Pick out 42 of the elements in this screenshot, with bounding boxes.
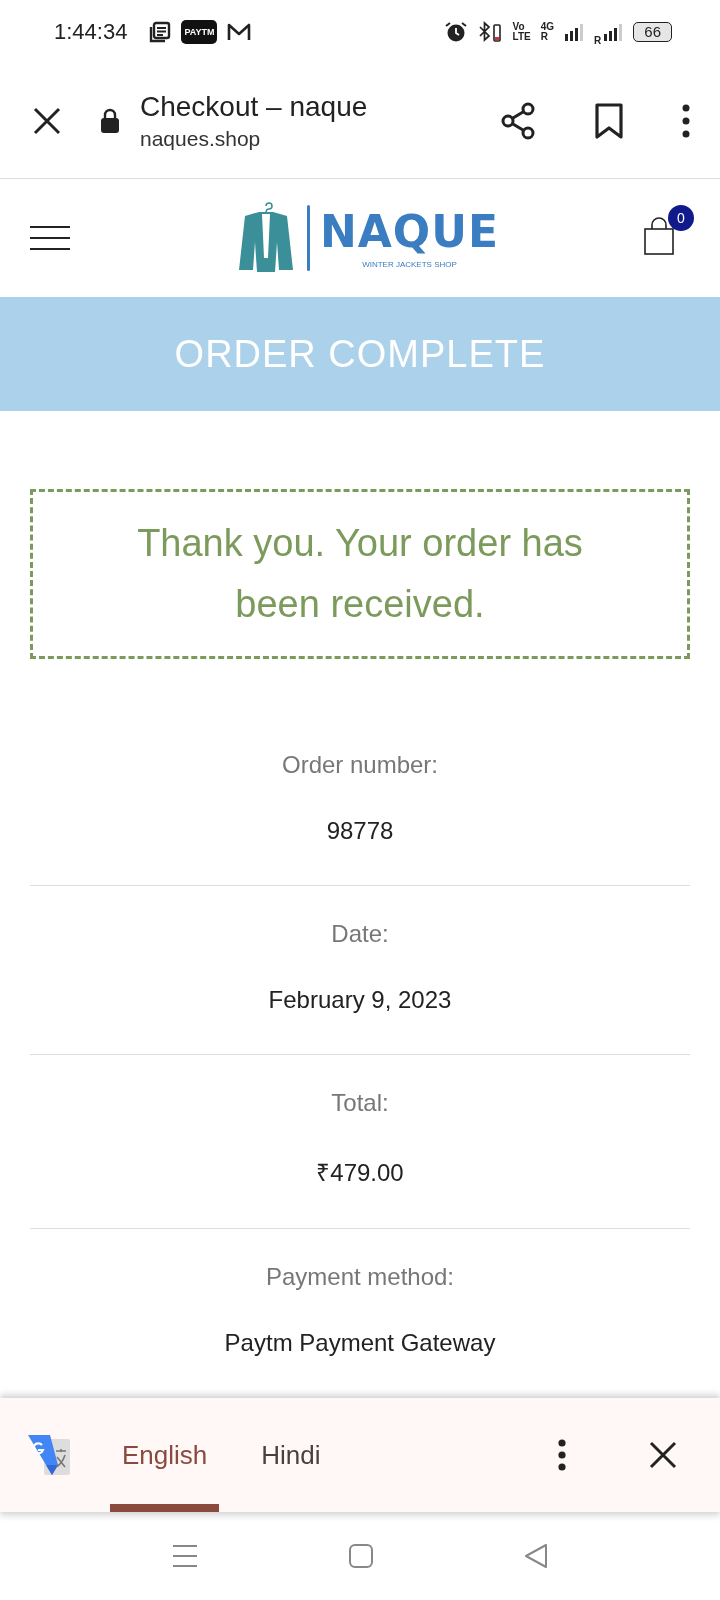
- detail-label: Total:: [331, 1089, 389, 1117]
- detail-value: February 9, 2023: [268, 986, 452, 1014]
- banner-title: ORDER COMPLETE: [174, 332, 546, 376]
- roaming-label: R: [540, 32, 549, 42]
- status-time: 1:44:34: [54, 19, 128, 45]
- lock-icon: [100, 108, 120, 134]
- detail-label: Payment method:: [265, 1263, 455, 1291]
- back-icon[interactable]: [524, 1543, 548, 1569]
- signal-icon: [564, 22, 585, 42]
- language-tab[interactable]: Hindi: [249, 1398, 333, 1512]
- bookmark-icon[interactable]: [594, 103, 624, 139]
- lte-label: LTE: [512, 32, 531, 42]
- mail-icon: [227, 22, 252, 42]
- signal-icon: [603, 22, 624, 42]
- page-url[interactable]: naques.shop: [140, 127, 478, 151]
- menu-icon[interactable]: [30, 225, 70, 251]
- more-icon[interactable]: [680, 103, 692, 139]
- page-title: Checkout – naque: [140, 91, 369, 123]
- detail-value: ₹479.00: [316, 1158, 404, 1188]
- news-icon: [149, 21, 172, 43]
- cart-count-badge: 0: [668, 205, 694, 231]
- translate-icon[interactable]: [26, 1433, 72, 1477]
- success-notice: Thank you. Your order has been received.: [30, 489, 690, 659]
- roaming-label: R: [594, 35, 602, 46]
- more-icon[interactable]: [556, 1438, 568, 1472]
- detail-value: Paytm Payment Gateway: [224, 1329, 496, 1357]
- detail-label: Date:: [331, 920, 389, 948]
- home-icon[interactable]: [348, 1543, 374, 1569]
- language-tab[interactable]: English: [110, 1398, 220, 1512]
- brand-name: NAQUE: [319, 207, 500, 256]
- close-icon[interactable]: [648, 1440, 678, 1470]
- network-label: 4G: [540, 22, 555, 32]
- bluetooth-icon: [476, 21, 503, 43]
- volte-label: Vo: [512, 22, 526, 32]
- brand-tagline: WINTER JACKETS SHOP: [362, 259, 457, 269]
- alarm-icon: [444, 21, 467, 43]
- detail-label: Order number:: [281, 751, 439, 779]
- close-icon[interactable]: [32, 106, 62, 136]
- bag-icon[interactable]: [644, 217, 674, 255]
- detail-value: 98778: [326, 817, 394, 845]
- paytm-badge: PAYTM: [181, 20, 218, 44]
- battery-indicator: 66: [633, 22, 672, 42]
